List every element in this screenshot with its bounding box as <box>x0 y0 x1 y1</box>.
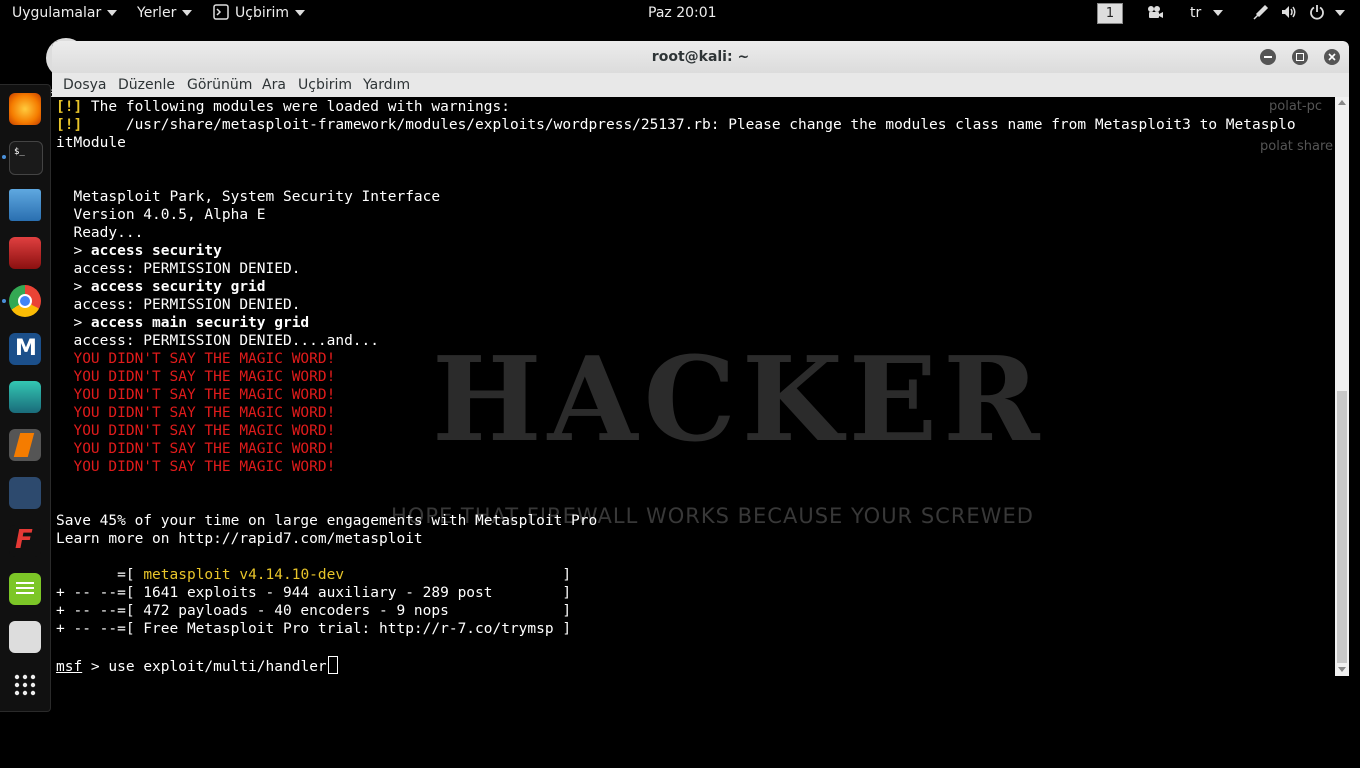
minimize-button[interactable] <box>1260 49 1276 65</box>
command-input[interactable]: use exploit/multi/handler <box>108 659 326 675</box>
dock: $_ M F <box>0 84 51 712</box>
title-bar[interactable]: root@kali: ~ <box>52 41 1349 73</box>
chevron-down-icon <box>107 10 118 16</box>
metasploit-icon[interactable]: M <box>9 333 41 365</box>
chevron-down-icon <box>182 10 193 16</box>
power-icon <box>1310 5 1324 20</box>
magic-word-line: YOU DIDN'T SAY THE MAGIC WORD! <box>56 351 336 367</box>
promo-line: Learn more on http://rapid7.com/metasplo… <box>56 531 423 547</box>
places-label: Yerler <box>137 5 177 21</box>
faraday-icon[interactable]: F <box>9 525 41 557</box>
hacker-watermark: HACKER <box>432 332 1046 468</box>
terminal-small-icon <box>213 4 229 20</box>
command-line: > access security grid <box>56 279 266 295</box>
denied-line: access: PERMISSION DENIED. <box>56 261 301 277</box>
scrollbar-thumb[interactable] <box>1337 391 1347 663</box>
terminal-icon[interactable]: $_ <box>9 141 43 175</box>
applications-label: Uygulamalar <box>12 5 102 21</box>
prompt-line[interactable]: msf > use exploit/multi/handler <box>56 656 338 675</box>
applications-menu[interactable]: Uygulamalar <box>12 0 118 26</box>
chevron-down-icon <box>295 10 306 16</box>
stats-line: + -- --=[ 1641 exploits - 944 auxiliary … <box>56 585 572 601</box>
keepnote-icon[interactable] <box>9 621 41 653</box>
magic-word-line: YOU DIDN'T SAY THE MAGIC WORD! <box>56 459 336 475</box>
show-apps-icon[interactable] <box>9 669 41 701</box>
maltego-icon[interactable] <box>9 381 41 413</box>
magic-word-line: YOU DIDN'T SAY THE MAGIC WORD! <box>56 405 336 421</box>
command-line: > access main security grid <box>56 315 310 331</box>
warning-line: [!] The following modules were loaded wi… <box>56 99 510 115</box>
magic-word-line: YOU DIDN'T SAY THE MAGIC WORD! <box>56 387 336 403</box>
files-icon[interactable] <box>9 189 41 221</box>
promo-line: Save 45% of your time on large engagemen… <box>56 513 598 529</box>
scroll-down-icon[interactable] <box>1338 667 1346 672</box>
running-indicator <box>2 299 6 303</box>
text-cursor <box>327 656 338 674</box>
running-indicator <box>2 155 6 159</box>
denied-line: access: PERMISSION DENIED. <box>56 297 301 313</box>
firefox-icon[interactable] <box>9 93 41 125</box>
stats-line: + -- --=[ 472 payloads - 40 encoders - 9… <box>56 603 572 619</box>
menu-duzenle[interactable]: Düzenle <box>118 73 175 98</box>
language-menu[interactable]: tr <box>1190 0 1224 26</box>
park-line: Version 4.0.5, Alpha E <box>56 207 266 223</box>
banner-line: =[ metasploit v4.14.10-dev ] <box>56 567 572 583</box>
park-line: Metasploit Park, System Security Interfa… <box>56 189 441 205</box>
msf-prompt: msf <box>56 659 83 675</box>
burpsuite-icon[interactable] <box>9 429 41 461</box>
volume-icon[interactable] <box>1280 0 1298 26</box>
maximize-button[interactable] <box>1292 49 1308 65</box>
magic-word-line: YOU DIDN'T SAY THE MAGIC WORD! <box>56 369 336 385</box>
close-button[interactable] <box>1324 49 1340 65</box>
share-label: polat share <box>1260 139 1334 154</box>
terminal-app-menu[interactable]: Uçbirim <box>213 0 306 26</box>
beef-icon[interactable] <box>9 477 41 509</box>
terminal-window: root@kali: ~ Dosya Düzenle Görünüm Ara U… <box>52 41 1349 676</box>
menu-yardim[interactable]: Yardım <box>363 73 410 98</box>
video-camera-icon[interactable] <box>1145 0 1165 26</box>
warning-line: itModule <box>56 135 126 151</box>
menu-bar: Dosya Düzenle Görünüm Ara Uçbirim Yardım <box>52 73 1349 98</box>
menu-dosya[interactable]: Dosya <box>63 73 107 98</box>
minimize-icon <box>1264 56 1272 58</box>
magic-word-line: YOU DIDN'T SAY THE MAGIC WORD! <box>56 423 336 439</box>
pen-tool-icon[interactable] <box>1252 0 1270 26</box>
menu-gorunum[interactable]: Görünüm <box>187 73 252 98</box>
scroll-up-icon[interactable] <box>1338 100 1346 105</box>
park-line: Ready... <box>56 225 144 241</box>
chevron-down-icon <box>1213 10 1224 16</box>
menu-ara[interactable]: Ara <box>262 73 286 98</box>
warning-line: [!] /usr/share/metasploit-framework/modu… <box>56 117 1296 133</box>
warning-tag: [!] <box>56 117 83 133</box>
chrome-icon[interactable] <box>9 285 41 317</box>
pc-label: polat-pc <box>1269 99 1322 114</box>
leafpad-icon[interactable] <box>9 573 41 605</box>
places-menu[interactable]: Yerler <box>137 0 193 26</box>
terminal-output[interactable]: HACKER HOPE THAT FIREWALL WORKS BECAUSE … <box>52 97 1335 676</box>
menu-ucbirim[interactable]: Uçbirim <box>298 73 352 98</box>
maximize-icon <box>1296 53 1304 61</box>
workspace-indicator[interactable]: 1 <box>1097 3 1123 24</box>
top-bar: Uygulamalar Yerler Uçbirim Paz 20:01 1 t… <box>0 0 1360 26</box>
clock[interactable]: Paz 20:01 <box>648 0 717 26</box>
terminal-app-label: Uçbirim <box>235 5 290 21</box>
version-text: metasploit v4.14.10-dev <box>143 567 345 583</box>
close-icon <box>1328 53 1336 61</box>
chevron-down-icon <box>1335 10 1345 16</box>
power-menu[interactable] <box>1309 0 1345 26</box>
command-line: > access security <box>56 243 222 259</box>
denied-line: access: PERMISSION DENIED....and... <box>56 333 380 349</box>
magic-word-line: YOU DIDN'T SAY THE MAGIC WORD! <box>56 441 336 457</box>
language-label: tr <box>1190 5 1202 21</box>
scrollbar[interactable] <box>1335 97 1349 676</box>
window-title: root@kali: ~ <box>651 49 750 65</box>
stats-line: + -- --=[ Free Metasploit Pro trial: htt… <box>56 621 572 637</box>
armitage-icon[interactable] <box>9 237 41 269</box>
warning-tag: [!] <box>56 99 83 115</box>
